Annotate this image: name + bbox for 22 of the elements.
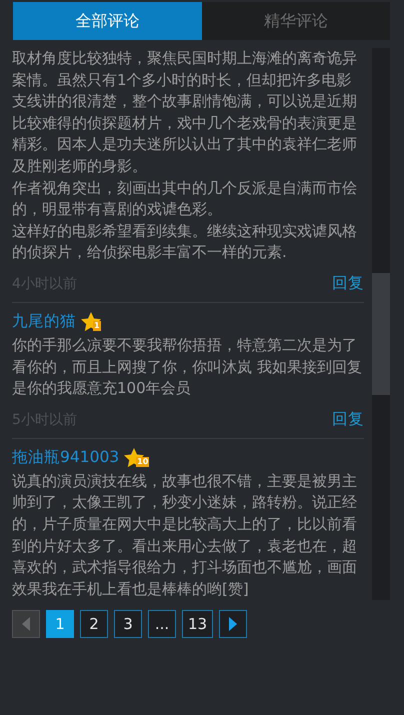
level-badge: 1 [93,320,101,331]
user-name-link[interactable]: 九尾的猫 [12,311,76,332]
tab[interactable]: 全部评论 [13,2,202,40]
level-badge: 10 [136,456,150,467]
page-button[interactable]: 13 [182,610,214,638]
page-button[interactable]: 2 [80,610,108,638]
reply-link[interactable]: 回复 [332,273,364,294]
comment-text: 这样好的电影希望看到续集。继续这种现实戏谑风格的侦探片，给侦探电影丰富不一样的元素. [12,220,358,264]
comment-text: 说真的演员演技在线，故事也很不错，主要是被男主帅到了，太像王凯了，秒变小迷妹，路转粉。说正经的，片子质量在网大中是比较高大上的了，比以前看到的片好太多了。看出来用心去做了，袁老也在，超喜欢的，武术指导很给力，打斗场面也不尴尬，画面效果我在手机上看也是棒棒的哟[赞] [12,470,358,600]
triangle-right-icon [228,616,238,632]
page-button[interactable]: 3 [114,610,142,638]
comment-text: 取材角度比较独特，聚焦民国时期上海滩的离奇诡异案情。虽然只有1个多小时的时长，但却把许多电影支线讲的很清楚，整个故事剧情饱满，可以说是近期比较难得的侦探题材片，戏中几个老戏骨的表演更是精彩。因本人是功夫迷所以认出了其中的袁祥仁老师及胜刚老师的身影。 [12,48,358,177]
triangle-left-icon [21,616,31,632]
page-button[interactable]: ... [148,610,176,638]
next-page-button[interactable] [219,610,248,638]
tab[interactable]: 精华评论 [202,2,390,40]
reply-link[interactable]: 回复 [332,409,364,430]
page-button[interactable]: 1 [46,610,74,638]
comment-text: 你的手那么凉要不要我帮你捂捂，特意第二次是为了看你的，而且上网搜了你，你叫沐岚 我如果接到回复是你的我愿意充100年会员 [12,334,363,400]
scrollbar[interactable] [372,48,390,600]
comment-text: 作者视角突出，刻画出其中的几个反派是自满而市侩的，明显带有喜剧的戏谑色彩。 [12,178,358,220]
user-name-link[interactable]: 拖油瓶941003 [12,447,120,468]
